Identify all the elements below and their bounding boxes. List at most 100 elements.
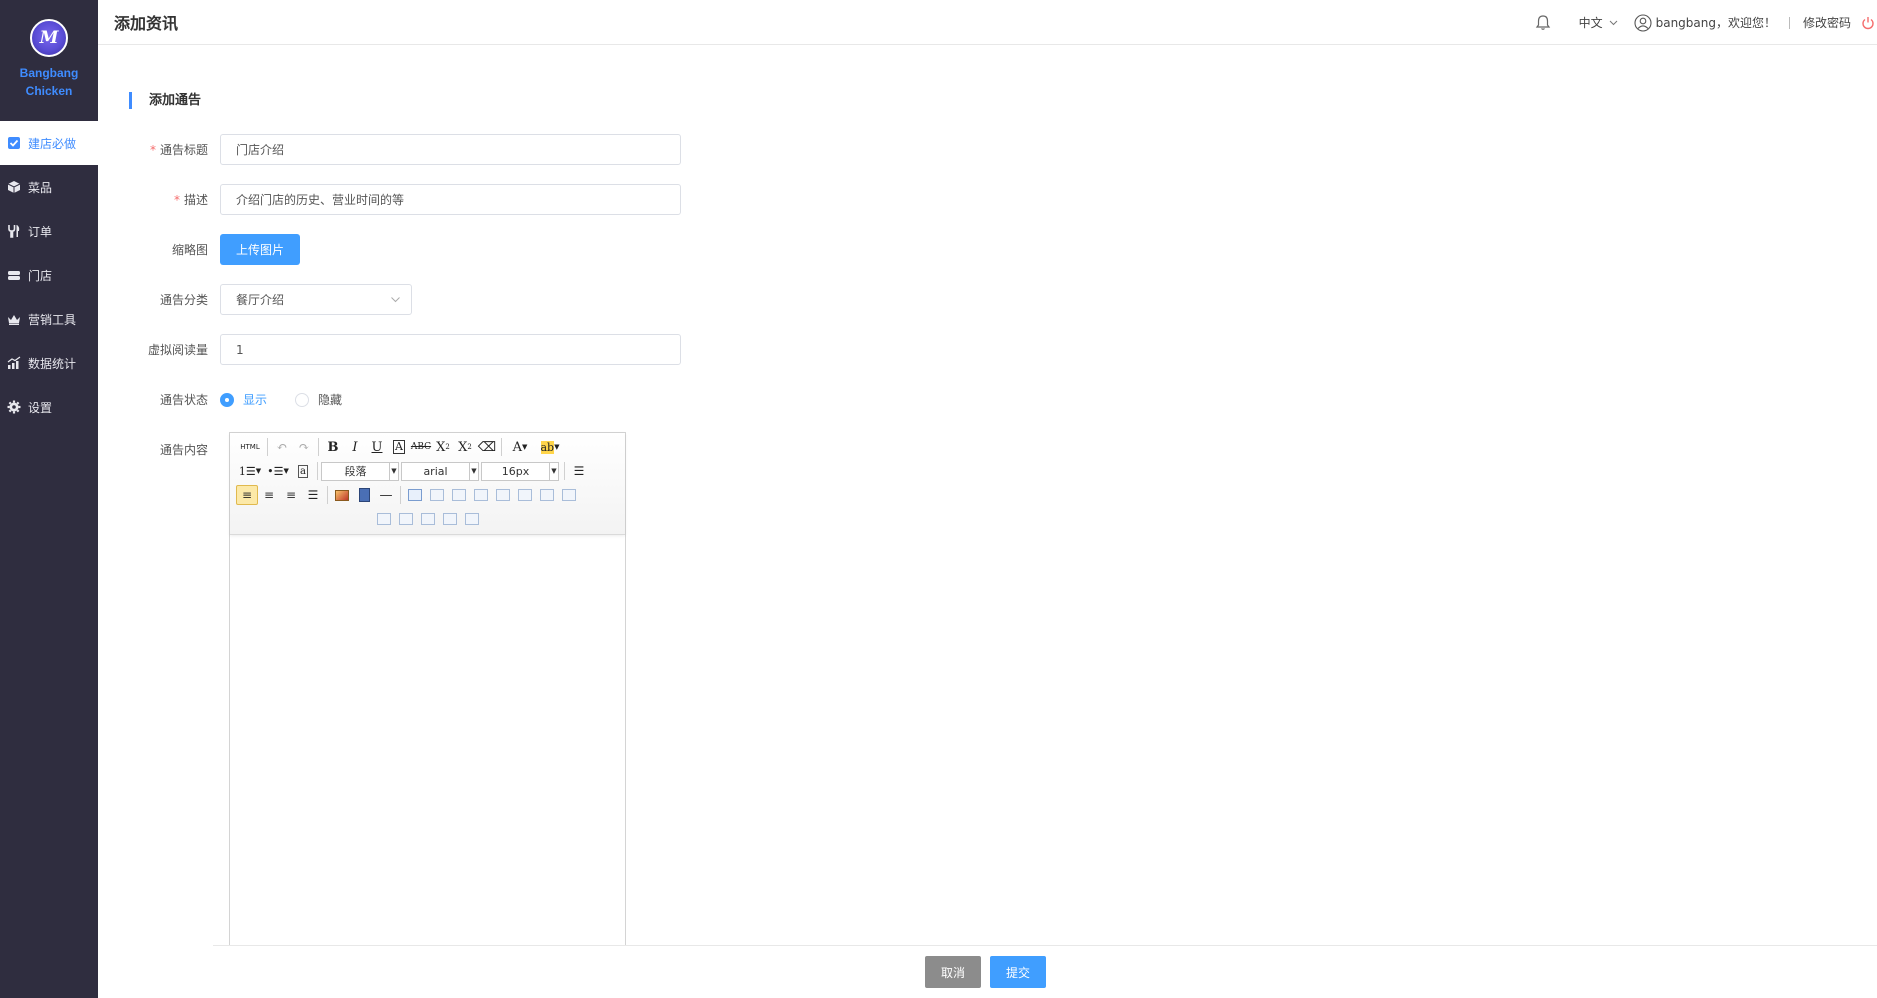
delete-row-icon[interactable] <box>492 485 514 505</box>
user-greeting: bangbang，欢迎您！ <box>1655 16 1776 30</box>
status-radio-hide[interactable]: 隐藏 <box>295 391 342 408</box>
cutlery-icon <box>6 224 21 239</box>
cancel-button[interactable]: 取消 <box>925 956 981 988</box>
underline-icon[interactable]: U <box>366 437 388 457</box>
align-left-icon[interactable]: ≡ <box>236 485 258 505</box>
bell-icon[interactable] <box>1534 14 1552 32</box>
upload-image-button[interactable]: 上传图片 <box>220 234 300 265</box>
bold-icon[interactable]: B <box>322 437 344 457</box>
toolbar-row <box>236 507 619 531</box>
merge-down-icon[interactable] <box>395 509 417 529</box>
horizontal-rule-icon[interactable]: — <box>375 485 397 505</box>
font-size-select[interactable]: 16px ▼ <box>481 461 559 481</box>
paragraph-select[interactable]: 段落 ▼ <box>321 461 399 481</box>
undo-icon[interactable]: ↶ <box>271 437 293 457</box>
box-icon <box>6 180 21 195</box>
title-input[interactable]: 门店介绍 <box>220 134 681 165</box>
sidebar-item-label: 数据统计 <box>28 356 77 371</box>
toolbar-row: ≡ ≡ ≡ ☰ — <box>236 483 619 507</box>
sidebar-item-label: 订单 <box>28 224 53 239</box>
header-actions: 中文 bangbang，欢迎您！ 修改密码 <box>1534 0 1877 45</box>
radio-label: 显示 <box>243 393 268 407</box>
anchor-icon[interactable]: a <box>292 461 314 481</box>
language-select[interactable]: 中文 <box>1579 14 1618 31</box>
toolbar-separator <box>267 438 268 456</box>
dropdown-arrow-icon: ▼ <box>469 462 478 480</box>
user-avatar-icon <box>1634 13 1652 32</box>
content-label: 通告内容 <box>159 443 208 457</box>
insert-row-icon[interactable] <box>470 485 492 505</box>
crown-icon <box>6 312 21 327</box>
strikethrough-icon[interactable]: ABC <box>410 437 432 457</box>
sidebar-nav: 建店必做 菜品 订单 门店 营销工具 数据统计 设置 <box>0 121 98 429</box>
highlight-color-icon[interactable]: ab ▼ <box>535 437 565 457</box>
sidebar-item-label: 建店必做 <box>28 136 77 151</box>
unordered-list-icon[interactable]: •☰ ▼ <box>264 461 292 481</box>
sidebar-item-setup[interactable]: 建店必做 <box>0 121 98 165</box>
superscript-icon[interactable]: X2 <box>432 437 454 457</box>
split-cols-icon[interactable] <box>461 509 483 529</box>
gear-icon <box>6 400 21 415</box>
desc-input[interactable]: 介绍门店的历史、营业时间的等 <box>220 184 681 215</box>
chevron-down-icon <box>1609 20 1617 26</box>
sidebar-item-label: 设置 <box>28 400 53 415</box>
font-color-icon[interactable]: A ▼ <box>505 437 535 457</box>
status-radio-show[interactable]: 显示 <box>220 391 267 408</box>
reads-label: 虚拟阅读量 <box>147 343 208 357</box>
video-icon[interactable] <box>353 485 375 505</box>
brand: M Bangbang Chicken <box>0 0 98 121</box>
rich-text-editor: HTML ↶ ↷ B I U A ABC X2 X2 ⌫ A ▼ ab ▼ 1☰… <box>229 432 626 998</box>
merge-right-icon[interactable] <box>373 509 395 529</box>
insert-table-icon[interactable] <box>404 485 426 505</box>
redo-icon[interactable]: ↷ <box>293 437 315 457</box>
sidebar-item-dishes[interactable]: 菜品 <box>0 165 98 209</box>
user-menu[interactable]: bangbang，欢迎您！ <box>1634 13 1776 32</box>
align-center-icon[interactable]: ≡ <box>258 485 280 505</box>
split-cells-icon[interactable] <box>417 509 439 529</box>
delete-column-icon[interactable] <box>536 485 558 505</box>
sidebar-item-statistics[interactable]: 数据统计 <box>0 341 98 385</box>
italic-icon[interactable]: I <box>344 437 366 457</box>
insert-column-icon[interactable] <box>514 485 536 505</box>
eraser-icon[interactable]: ⌫ <box>476 437 498 457</box>
image-icon[interactable] <box>331 485 353 505</box>
toolbar-separator <box>317 462 318 480</box>
toolbar-separator <box>564 462 565 480</box>
sidebar-item-label: 菜品 <box>28 180 53 195</box>
font-size-value: 16px <box>501 464 530 478</box>
delete-table-icon[interactable] <box>426 485 448 505</box>
power-icon[interactable] <box>1861 16 1875 30</box>
sidebar-item-settings[interactable]: 设置 <box>0 385 98 429</box>
dropdown-arrow-icon: ▼ <box>389 462 398 480</box>
sidebar-item-store[interactable]: 门店 <box>0 253 98 297</box>
toolbar-row: 1☰ ▼ •☰ ▼ a 段落 ▼ arial ▼ 16px ▼ ☰ <box>236 459 619 483</box>
status-label: 通告状态 <box>159 393 208 407</box>
sidebar-item-marketing[interactable]: 营销工具 <box>0 297 98 341</box>
font-border-icon[interactable]: A <box>388 437 410 457</box>
align-justify-icon[interactable]: ☰ <box>302 485 324 505</box>
editor-body[interactable] <box>230 535 625 995</box>
align-right-icon[interactable]: ≡ <box>280 485 302 505</box>
subscript-icon[interactable]: X2 <box>454 437 476 457</box>
insert-paragraph-icon[interactable] <box>448 485 470 505</box>
direction-icon[interactable]: ☰ <box>568 461 590 481</box>
radio-dot <box>220 392 234 407</box>
brand-logo: M <box>30 19 68 57</box>
title-label: * 通告标题 <box>98 141 220 158</box>
submit-button[interactable]: 提交 <box>990 956 1046 988</box>
title-label-text: 通告标题 <box>159 143 208 157</box>
desc-label: * 描述 <box>98 191 220 208</box>
category-select[interactable]: 餐厅介绍 <box>220 284 412 315</box>
reads-row: 虚拟阅读量 1 <box>98 334 681 365</box>
change-password-link[interactable]: 修改密码 <box>1803 14 1851 31</box>
title-row: * 通告标题 门店介绍 <box>98 134 681 165</box>
html-source-button[interactable]: HTML <box>236 437 264 457</box>
sidebar-item-orders[interactable]: 订单 <box>0 209 98 253</box>
page-title: 添加资讯 <box>114 14 179 33</box>
split-rows-icon[interactable] <box>439 509 461 529</box>
header-divider <box>1788 16 1790 29</box>
ordered-list-icon[interactable]: 1☰ ▼ <box>236 461 264 481</box>
reads-input[interactable]: 1 <box>220 334 681 365</box>
merge-cells-icon[interactable] <box>558 485 580 505</box>
font-family-select[interactable]: arial ▼ <box>401 461 479 481</box>
